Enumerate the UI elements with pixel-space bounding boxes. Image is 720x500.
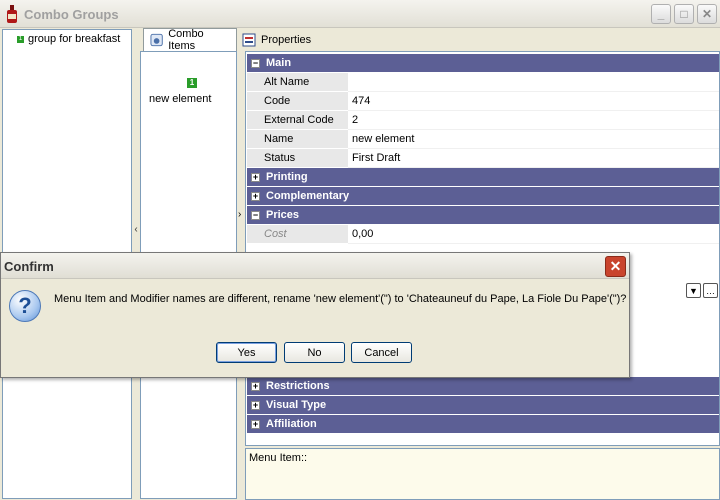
maximize-button[interactable]: □ [674,4,694,24]
category-affiliation[interactable]: + Affiliation [247,415,719,433]
property-row[interactable]: Alt Name [247,73,719,92]
property-row[interactable]: External Code 2 [247,111,719,130]
category-label: Restrictions [266,380,330,392]
close-window-button[interactable]: ✕ [697,4,717,24]
category-label: Printing [266,171,308,183]
expand-icon[interactable]: + [251,419,260,429]
category-complementary[interactable]: + Complementary [247,187,719,205]
dialog-title: Confirm [4,259,54,274]
property-value[interactable]: 0,00 [348,225,719,244]
collapse-left-icon[interactable]: ‹ [132,224,140,235]
wine-bottle-icon [7,5,17,23]
property-name: Alt Name [247,73,348,92]
confirm-dialog: Confirm ✕ ? Menu Item and Modifier names… [0,252,630,378]
category-restrictions[interactable]: + Restrictions [247,377,719,395]
tab-label: Properties [261,33,312,46]
property-row[interactable]: Status First Draft [247,149,719,168]
category-label: Main [266,57,292,69]
property-row[interactable]: Cost 0,00 [247,225,719,244]
property-name: Name [247,130,348,149]
property-grid[interactable]: − Main Alt Name Code 474 External Code 2… [245,51,720,446]
property-value[interactable]: new element [348,130,719,149]
tab-combo-items[interactable]: Combo Items [143,28,237,52]
property-value[interactable]: First Draft [348,149,719,168]
value-editor-buttons: ▼ … [630,283,718,299]
category-label: Complementary [266,190,350,202]
group-icon: 1 [17,35,24,43]
tree-item-group[interactable]: 1 group for breakfast [17,33,120,45]
property-name: Code [247,92,348,111]
dropdown-arrow-icon[interactable]: ▼ [686,283,701,298]
question-icon: ? [9,290,41,322]
dialog-close-button[interactable]: ✕ [605,256,626,277]
category-main[interactable]: − Main [247,54,719,72]
item-icon: 1 [187,78,197,88]
ellipsis-button[interactable]: … [703,283,718,298]
expand-icon[interactable]: + [251,172,260,182]
properties-icon [242,33,256,46]
collapse-icon[interactable]: − [251,210,260,220]
property-name: External Code [247,111,348,130]
tree-item-label: group for breakfast [28,33,121,45]
category-printing[interactable]: + Printing [247,168,719,186]
dialog-titlebar: Confirm ✕ [1,253,629,279]
expand-icon[interactable]: + [251,400,260,410]
combo-items-icon [150,33,163,47]
category-visual-type[interactable]: + Visual Type [247,396,719,414]
tab-label: Combo Items [168,28,204,52]
property-name: Status [247,149,348,168]
expand-right-icon[interactable]: › [238,209,241,220]
minimize-button[interactable]: _ [651,4,671,24]
expand-icon[interactable]: + [251,191,260,201]
list-item[interactable]: new element [149,93,211,105]
property-row[interactable]: Name new element [247,130,719,149]
category-label: Affiliation [266,418,317,430]
property-value[interactable] [348,73,719,92]
expand-icon[interactable]: + [251,381,260,391]
no-button[interactable]: No [284,342,345,363]
tab-properties[interactable]: Properties [236,28,326,51]
property-row[interactable]: Code 474 [247,92,719,111]
window-titlebar: Combo Groups _ □ ✕ [0,0,720,28]
property-value[interactable]: 2 [348,111,719,130]
collapse-icon[interactable]: − [251,58,260,68]
window-title: Combo Groups [24,7,119,22]
property-value[interactable]: 474 [348,92,719,111]
category-prices[interactable]: − Prices [247,206,719,224]
cancel-button[interactable]: Cancel [351,342,412,363]
property-name: Cost [247,225,348,244]
description-panel: Menu Item:: [245,448,720,500]
category-label: Visual Type [266,399,327,411]
category-label: Prices [266,209,300,221]
dialog-message: Menu Item and Modifier names are differe… [54,293,627,305]
yes-button[interactable]: Yes [216,342,277,363]
